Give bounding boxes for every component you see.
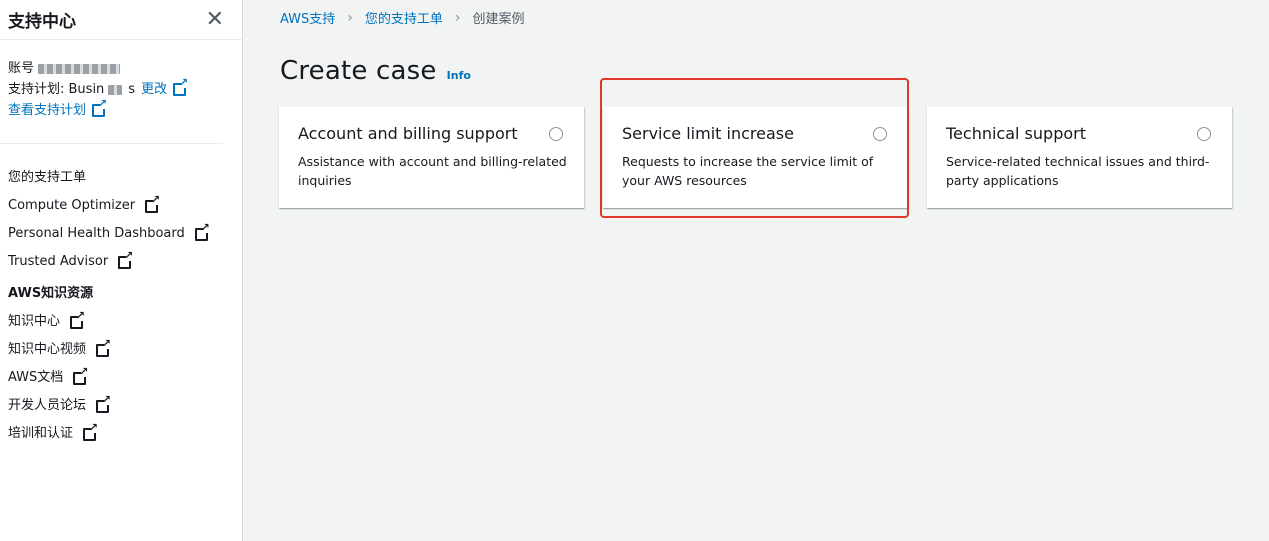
radio-button[interactable] [873,127,887,141]
external-link-icon [96,394,111,413]
card-title: Technical support [946,124,1086,143]
breadcrumb-your-cases[interactable]: 您的支持工单 [365,8,443,27]
page-title: Create case [280,56,437,86]
card-title: Account and billing support [298,124,518,143]
breadcrumb-aws-support[interactable]: AWS支持 [280,8,335,27]
account-info: 账号 支持计划: Busin s 更改 查看支持计划 [0,40,223,144]
sidebar-item-compute-optimizer[interactable]: Compute Optimizer [0,192,242,220]
chevron-right-icon: › [347,9,353,26]
card-description: Service-related technical issues and thi… [946,154,1210,188]
chevron-right-icon: › [454,9,461,26]
sidebar-item-label: 知识中心视频 [8,342,87,357]
info-link[interactable]: Info [447,69,471,82]
breadcrumb: AWS支持 › 您的支持工单 › 创建案例 [280,8,525,28]
external-link-icon [194,222,210,241]
sidebar-item-training-certification[interactable]: 培训和认证 [0,420,242,448]
sidebar-item-label: Personal Health Dashboard [8,226,185,241]
page-header: Create case Info [280,56,471,86]
sidebar-item-developer-forums[interactable]: 开发人员论坛 [0,392,242,420]
plan-tail: s [128,82,136,97]
knowledge-resources-heading: AWS知识资源 [8,286,94,301]
sidebar-item-knowledge-center-videos[interactable]: 知识中心视频 [0,336,242,364]
sidebar-item-label: Trusted Advisor [8,254,109,269]
case-type-card-service-limit[interactable]: Service limit increase Requests to incre… [603,107,908,208]
view-plans-line: 查看支持计划 [8,98,215,121]
support-center-sidebar: 支持中心 ✕ 账号 支持计划: Busin s 更改 查看支持计划 您的支持工单… [0,0,243,541]
sidebar-item-knowledge-center[interactable]: 知识中心 [0,308,242,336]
breadcrumb-current: 创建案例 [472,12,525,27]
sidebar-item-your-cases[interactable]: 您的支持工单 [0,164,242,192]
external-link-icon [70,310,85,329]
main-content: AWS支持 › 您的支持工单 › 创建案例 Create case Info [243,0,1269,541]
sidebar-item-label: 培训和认证 [8,426,74,441]
external-link-icon [118,250,133,269]
sidebar-item-label: 您的支持工单 [8,170,87,185]
external-link-icon [83,422,98,441]
masked-account-id [38,63,121,74]
external-link-icon [96,338,111,357]
external-link-icon [73,366,88,385]
close-icon[interactable]: ✕ [206,8,224,31]
card-description: Requests to increase the service limit o… [622,154,874,188]
case-type-card-account-billing[interactable]: Account and billing support Assistance w… [279,107,584,208]
sidebar-item-label: 知识中心 [8,314,61,329]
card-title: Service limit increase [622,124,794,143]
sidebar-item-label: Compute Optimizer [8,198,136,213]
sidebar-item-personal-health-dashboard[interactable]: Personal Health Dashboard [0,220,242,248]
sidebar-header: 支持中心 ✕ [0,0,242,40]
masked-plan-text [108,84,123,95]
sidebar-title: 支持中心 [8,12,76,32]
sidebar-item-label: AWS文档 [8,370,64,385]
plan-label: 支持计划: Busin [8,82,105,97]
sidebar-item-label: 开发人员论坛 [8,398,87,413]
sidebar-item-aws-docs[interactable]: AWS文档 [0,364,242,392]
external-link-icon [173,77,188,96]
case-type-card-technical[interactable]: Technical support Service-related techni… [927,107,1232,208]
card-description: Assistance with account and billing-rela… [298,154,567,188]
plan-line: 支持计划: Busin s 更改 [8,77,215,100]
radio-button[interactable] [549,127,563,141]
external-link-icon [145,194,160,213]
sidebar-item-trusted-advisor[interactable]: Trusted Advisor [0,248,242,276]
external-link-icon [92,98,107,117]
account-label: 账号 [8,61,35,76]
sidebar-nav: 您的支持工单 Compute Optimizer Personal Health… [0,144,242,448]
change-plan-link[interactable]: 更改 [141,79,167,100]
radio-button[interactable] [1197,127,1211,141]
view-support-plans-link[interactable]: 查看支持计划 [8,100,86,121]
